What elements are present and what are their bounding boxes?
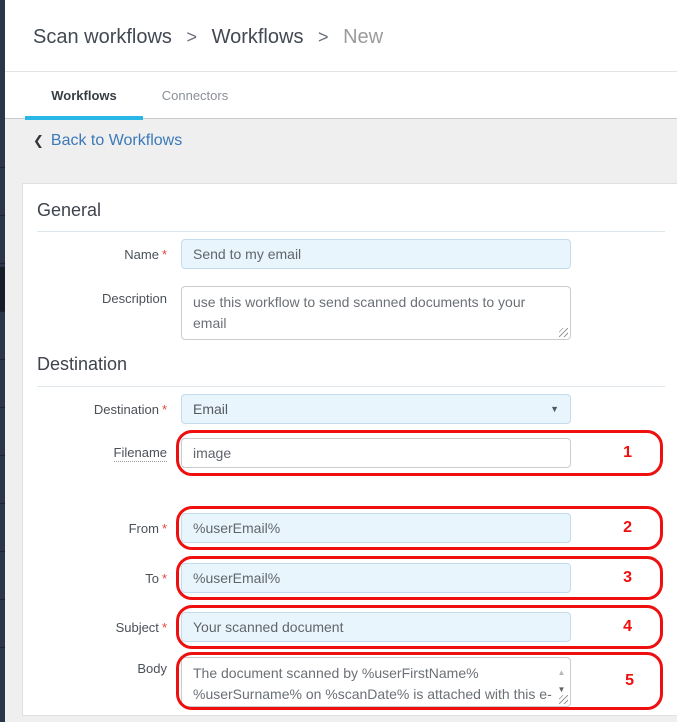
from-label-text: From bbox=[128, 520, 159, 536]
annotation-number: 5 bbox=[625, 672, 634, 689]
name-label: Name * bbox=[23, 239, 167, 269]
breadcrumb-workflows[interactable]: Workflows bbox=[212, 26, 304, 48]
filename-label: Filename bbox=[23, 438, 167, 468]
page-header: Scan workflows > Workflows > New bbox=[5, 0, 677, 72]
to-label-text: To bbox=[145, 570, 159, 586]
general-section-rule bbox=[37, 231, 665, 232]
required-asterisk: * bbox=[161, 401, 167, 417]
name-label-text: Name bbox=[124, 246, 159, 262]
subject-label: Subject * bbox=[23, 612, 167, 642]
annotation-callout-4: 4 bbox=[176, 605, 663, 649]
required-asterisk: * bbox=[161, 520, 167, 536]
annotation-number: 4 bbox=[623, 618, 632, 635]
back-to-workflows-link[interactable]: ❮ Back to Workflows bbox=[33, 132, 182, 150]
sidebar-edge-segments bbox=[0, 120, 5, 648]
annotation-number: 2 bbox=[623, 519, 632, 536]
destination-label: Destination * bbox=[23, 394, 167, 424]
resize-grip-icon[interactable] bbox=[559, 328, 568, 337]
filename-label-text: Filename bbox=[113, 444, 167, 462]
annotation-number: 3 bbox=[623, 569, 632, 586]
back-chevron-icon: ❮ bbox=[33, 133, 44, 148]
tab-bar: Workflows Connectors bbox=[5, 72, 677, 120]
workflow-form-card: General Name * Description use this work… bbox=[22, 183, 677, 716]
sidebar-edge bbox=[0, 0, 5, 722]
description-textarea[interactable]: use this workflow to send scanned docume… bbox=[181, 286, 571, 340]
breadcrumb: Scan workflows > Workflows > New bbox=[33, 26, 383, 49]
body-label: Body bbox=[23, 657, 167, 687]
required-asterisk: * bbox=[161, 246, 167, 262]
annotation-number: 1 bbox=[623, 444, 632, 461]
annotation-callout-1: 1 bbox=[176, 430, 663, 476]
to-label: To * bbox=[23, 563, 167, 593]
required-asterisk: * bbox=[161, 619, 167, 635]
name-input[interactable] bbox=[181, 239, 571, 269]
from-label: From * bbox=[23, 513, 167, 543]
destination-label-text: Destination bbox=[93, 401, 159, 417]
back-link-label: Back to Workflows bbox=[50, 132, 183, 149]
breadcrumb-scan-workflows[interactable]: Scan workflows bbox=[33, 26, 172, 48]
tab-connectors-label: Connectors bbox=[161, 88, 229, 103]
destination-select-value: Email bbox=[193, 401, 229, 417]
subject-label-text: Subject bbox=[115, 619, 159, 635]
annotation-callout-5: 5 bbox=[176, 652, 663, 710]
general-section-title: General bbox=[37, 200, 102, 220]
breadcrumb-new: New bbox=[343, 26, 384, 48]
destination-section-rule bbox=[37, 386, 665, 387]
tab-connectors[interactable]: Connectors bbox=[143, 72, 247, 119]
tab-workflows-label: Workflows bbox=[51, 88, 117, 103]
destination-select[interactable]: Email ▼ bbox=[181, 394, 571, 424]
description-text: use this workflow to send scanned docume… bbox=[193, 294, 530, 331]
breadcrumb-separator-icon: > bbox=[318, 27, 329, 47]
description-label-text: Description bbox=[101, 291, 167, 306]
description-label: Description bbox=[23, 286, 167, 316]
destination-section-title: Destination bbox=[37, 354, 128, 374]
select-arrow-icon: ▼ bbox=[550, 404, 559, 414]
required-asterisk: * bbox=[161, 570, 167, 586]
body-label-text: Body bbox=[137, 661, 167, 676]
sidebar-edge-active-segment bbox=[0, 267, 5, 311]
annotation-callout-2: 2 bbox=[176, 506, 663, 550]
tab-workflows[interactable]: Workflows bbox=[25, 72, 143, 120]
annotation-callout-3: 3 bbox=[176, 556, 663, 600]
active-tab-underline bbox=[25, 116, 143, 120]
scan-workflows-page: Scan workflows > Workflows > New Workflo… bbox=[0, 0, 677, 722]
breadcrumb-separator-icon: > bbox=[186, 27, 198, 47]
